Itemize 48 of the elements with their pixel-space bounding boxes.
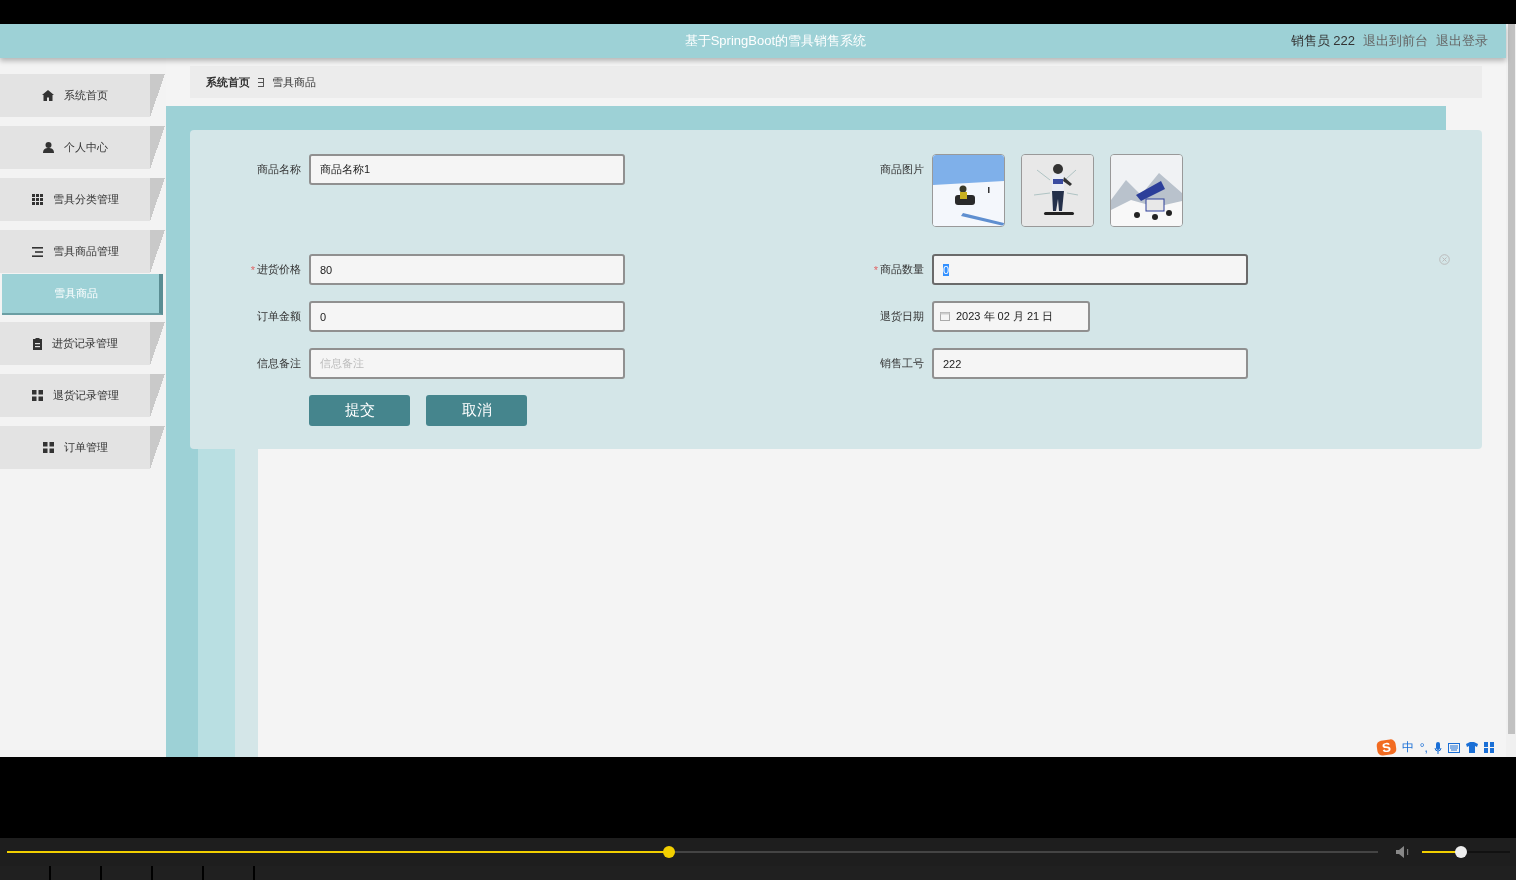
field-label: 商品数量	[880, 262, 924, 277]
required-mark: *	[873, 263, 878, 276]
microphone-icon[interactable]	[1433, 741, 1442, 754]
field-label: 信息备注	[257, 356, 301, 371]
input-field[interactable]: 222	[932, 348, 1248, 379]
grid-icon	[31, 194, 43, 205]
field-label: 商品图片	[880, 162, 924, 177]
sidebar-item[interactable]: 雪具商品管理	[0, 230, 165, 273]
separator-icon	[258, 77, 264, 87]
keyboard-icon[interactable]	[1447, 742, 1460, 753]
calendar-icon	[940, 312, 950, 321]
app-title: 基于SpringBoot的雪具销售系统	[683, 32, 867, 50]
field-label: 销售工号	[880, 356, 924, 371]
user-label: 销售员 222	[1290, 32, 1355, 50]
date-field[interactable]: 2023 年 02 月 21 日	[932, 301, 1090, 332]
sidebar-item[interactable]: 进货记录管理	[0, 322, 165, 365]
volume-handle[interactable]	[1454, 845, 1467, 858]
input-field[interactable]: 0	[309, 301, 625, 332]
field-label: 退货日期	[880, 309, 924, 324]
input-field[interactable]: 商品名称1	[309, 154, 625, 185]
scrollbar[interactable]	[1506, 24, 1516, 757]
form-button[interactable]: 提交	[309, 395, 410, 426]
sidebar-item[interactable]: 订单管理	[0, 426, 165, 469]
tiles-icon	[42, 442, 54, 453]
sidebar-item[interactable]: 雪具分类管理	[0, 178, 165, 221]
tiles-icon	[31, 390, 43, 401]
home-icon	[42, 90, 54, 101]
field-label: 商品名称	[257, 162, 301, 177]
list-icon	[31, 246, 43, 257]
form-button[interactable]: 取消	[426, 395, 527, 426]
ime-mode[interactable]: 中	[1401, 739, 1414, 756]
breadcrumb-link[interactable]: 系统首页	[206, 74, 250, 90]
clipboard-icon	[32, 337, 42, 350]
user-icon	[42, 142, 54, 153]
sidebar-item[interactable]: 退货记录管理	[0, 374, 165, 417]
input-field[interactable]: 80	[309, 254, 625, 285]
shirt-icon[interactable]	[1465, 742, 1478, 753]
field-label: 进货价格	[257, 262, 301, 277]
sidebar-item[interactable]: 系统首页	[0, 74, 165, 117]
breadcrumb-link[interactable]: 雪具商品	[272, 74, 316, 90]
seek-handle[interactable]	[663, 845, 676, 858]
sidebar-item[interactable]: 个人中心	[0, 126, 165, 169]
ime-punctuation[interactable]: °,	[1419, 740, 1428, 755]
required-mark: *	[250, 263, 255, 276]
tiles-icon[interactable]	[1483, 742, 1494, 753]
header-link[interactable]: 退出到前台	[1363, 32, 1428, 50]
header-link[interactable]: 退出登录	[1436, 32, 1488, 50]
field-label: 订单金额	[257, 309, 301, 324]
